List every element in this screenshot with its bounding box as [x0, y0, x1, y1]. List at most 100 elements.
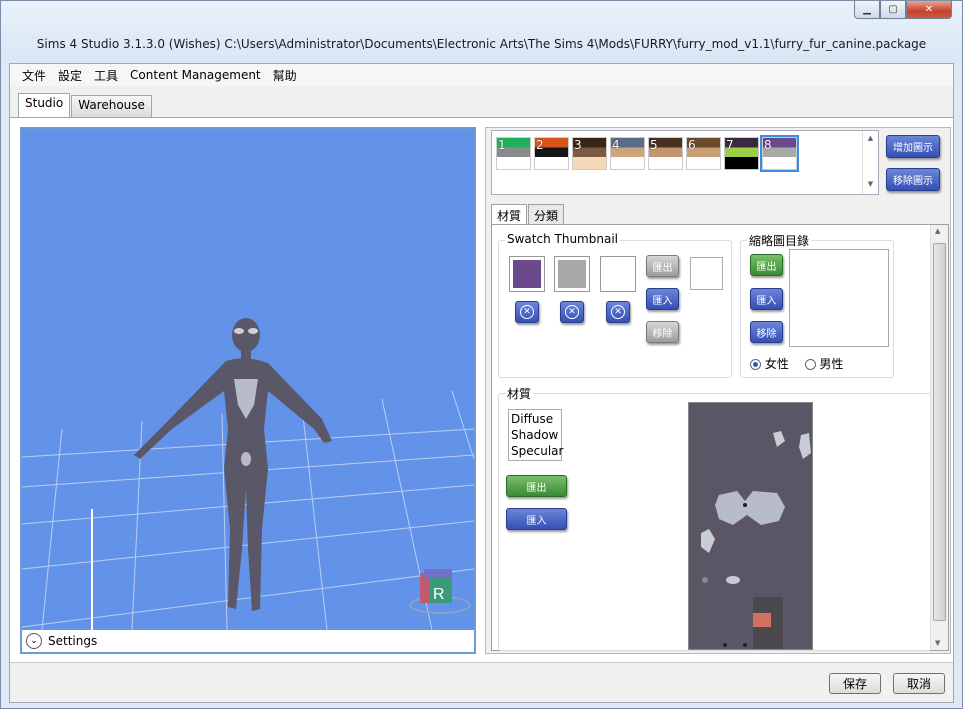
material-specular[interactable]: Specular [511, 443, 563, 459]
clear-color-1-button[interactable]: ✕ [515, 301, 539, 323]
model-eye-left [234, 328, 244, 334]
cancel-button[interactable]: 取消 [893, 673, 945, 694]
close-circle-icon: ✕ [611, 305, 625, 319]
swatch-item[interactable]: 7 [724, 137, 759, 170]
tab-warehouse[interactable]: Warehouse [71, 95, 152, 117]
menu-file[interactable]: 文件 [16, 67, 52, 84]
swatch-number: 3 [574, 138, 582, 152]
close-circle-icon: ✕ [520, 305, 534, 319]
swatch-item[interactable]: 4 [610, 137, 645, 170]
menu-bar: 文件 設定 工具 Content Management 幫助 [10, 64, 953, 86]
scroll-down-icon[interactable]: ▼ [863, 180, 878, 188]
swatch-thumbnail-group: Swatch Thumbnail ✕ ✕ ✕ 匯出 匯入 移除 [498, 232, 732, 378]
swatch-item[interactable]: 2 [534, 137, 569, 170]
menu-tools[interactable]: 工具 [88, 67, 124, 84]
menu-help[interactable]: 幫助 [267, 67, 303, 84]
scroll-up-icon[interactable]: ▲ [863, 134, 878, 142]
right-panel: 1 2 3 4 5 6 7 8 ▲ ▼ 增加圖示 移除圖示 材質 分類 Swat… [485, 127, 951, 654]
thumbnail-preview [690, 257, 723, 290]
swatch-scrollbar[interactable]: ▲ ▼ [862, 131, 878, 194]
client-area: 文件 設定 工具 Content Management 幫助 Studio Wa… [9, 63, 954, 703]
main-tabs: Studio Warehouse [18, 93, 153, 117]
catalog-import-button[interactable]: 匯入 [750, 288, 783, 310]
male-radio[interactable] [804, 359, 816, 370]
settings-expander[interactable]: ⌄ Settings [22, 630, 474, 652]
menu-settings[interactable]: 設定 [52, 67, 88, 84]
remove-swatch-button[interactable]: 移除圖示 [886, 168, 940, 191]
scroll-thumb[interactable] [933, 243, 946, 621]
female-radio[interactable] [750, 359, 761, 370]
swatch-item[interactable]: 8 [760, 135, 799, 172]
gender-radio-group: 女性 男性 [750, 355, 843, 372]
tab-material[interactable]: 材質 [491, 204, 528, 224]
material-tab-content: Swatch Thumbnail ✕ ✕ ✕ 匯出 匯入 移除 縮略圖目錄 匯出… [491, 224, 949, 651]
material-list[interactable]: Diffuse Shadow Specular [508, 409, 563, 461]
orientation-cube[interactable]: R [420, 569, 452, 603]
swatch-item[interactable]: 6 [686, 137, 721, 170]
catalog-export-button[interactable]: 匯出 [750, 254, 783, 276]
scroll-down-icon[interactable]: ▼ [935, 639, 940, 647]
male-label: 男性 [819, 357, 844, 371]
menu-content-management[interactable]: Content Management [124, 68, 267, 82]
material-import-button[interactable]: 匯入 [506, 508, 567, 530]
thumbnail-color-3[interactable] [600, 256, 636, 292]
close-button[interactable]: ✕ [906, 1, 952, 19]
tab-studio[interactable]: Studio [18, 93, 71, 117]
thumbnail-import-button[interactable]: 匯入 [646, 288, 679, 310]
catalog-preview [789, 249, 889, 347]
material-shadow[interactable]: Shadow [511, 427, 559, 443]
scroll-up-icon[interactable]: ▲ [935, 227, 940, 235]
sub-tabs: 材質 分類 [491, 204, 565, 224]
swatch-number: 1 [498, 138, 506, 152]
catalog-remove-button[interactable]: 移除 [750, 321, 783, 343]
tab-category[interactable]: 分類 [528, 204, 565, 224]
window-controls: ▁ ▢ ✕ [854, 1, 952, 19]
material-diffuse[interactable]: Diffuse [511, 411, 559, 427]
swatch-number: 4 [612, 138, 620, 152]
swatch-number: 5 [650, 138, 658, 152]
swatch-item[interactable]: 5 [648, 137, 683, 170]
thumbnail-color-1[interactable] [509, 256, 545, 292]
material-label: 材質 [505, 385, 534, 402]
title-bar: ▁ ▢ ✕ Sims 4 Studio 3.1.3.0 (Wishes) C:\… [1, 1, 962, 63]
studio-panel: R ⌄ Settings 1 2 3 4 5 6 7 8 ▲ ▼ 增加圖示 移除… [10, 117, 953, 662]
thumbnail-color-2[interactable] [554, 256, 590, 292]
swatch-number: 7 [726, 138, 734, 152]
minimize-button[interactable]: ▁ [854, 1, 880, 19]
clear-color-3-button[interactable]: ✕ [606, 301, 630, 323]
viewport-scene: R [22, 318, 474, 630]
settings-label: Settings [48, 634, 98, 648]
model-belly-pattern [241, 452, 251, 466]
save-button[interactable]: 保存 [829, 673, 881, 694]
thumbnail-catalog-label: 縮略圖目錄 [747, 232, 812, 249]
female-label: 女性 [764, 357, 789, 371]
thumbnail-catalog-group: 縮略圖目錄 匯出 匯入 移除 女性 男性 [740, 232, 894, 378]
minimize-icon: ▁ [863, 4, 871, 15]
texture-image [701, 431, 811, 649]
close-icon: ✕ [924, 4, 934, 15]
swatch-item[interactable]: 3 [572, 137, 607, 170]
swatch-item[interactable]: 1 [496, 137, 531, 170]
maximize-button[interactable]: ▢ [880, 1, 906, 19]
3d-viewport[interactable]: R ⌄ Settings [20, 127, 476, 654]
material-export-button[interactable]: 匯出 [506, 475, 567, 497]
window-title: Sims 4 Studio 3.1.3.0 (Wishes) C:\Users\… [36, 37, 927, 51]
close-circle-icon: ✕ [565, 305, 579, 319]
sim-model[interactable] [134, 318, 332, 611]
cube-letter: R [433, 586, 445, 603]
clear-color-2-button[interactable]: ✕ [560, 301, 584, 323]
material-group: 材質 Diffuse Shadow Specular 匯出 匯入 [498, 385, 932, 651]
app-window: ▁ ▢ ✕ Sims 4 Studio 3.1.3.0 (Wishes) C:\… [0, 0, 963, 709]
add-swatch-button[interactable]: 增加圖示 [886, 135, 940, 158]
content-scrollbar[interactable]: ▲ ▼ [930, 225, 948, 650]
thumbnail-remove-button[interactable]: 移除 [646, 321, 679, 343]
swatch-number: 6 [688, 138, 696, 152]
model-eye-right [248, 328, 258, 334]
swatch-list[interactable]: 1 2 3 4 5 6 7 8 ▲ ▼ [491, 130, 879, 195]
swatch-number: 2 [536, 138, 544, 152]
swatch-number: 8 [764, 138, 772, 152]
chevron-down-icon: ⌄ [26, 633, 42, 649]
thumbnail-export-button[interactable]: 匯出 [646, 255, 679, 277]
texture-preview [688, 402, 813, 650]
maximize-icon: ▢ [888, 4, 898, 15]
